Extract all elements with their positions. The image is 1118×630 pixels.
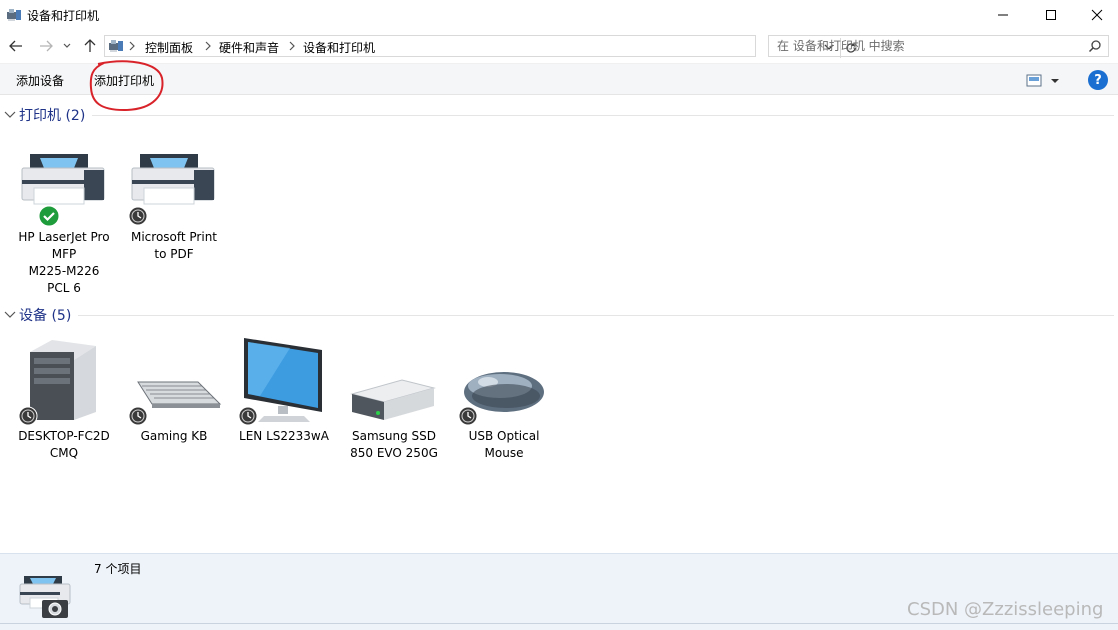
change-view-button[interactable] (1026, 73, 1062, 89)
address-row: 控制面板 硬件和声音 设备和打印机 (0, 33, 1118, 59)
help-button[interactable]: ? (1088, 70, 1108, 90)
item-count: 7 个项目 (94, 562, 142, 576)
bottom-strip (0, 623, 1118, 630)
device-label: Microsoft Print to PDF (130, 230, 218, 261)
device-label: Gaming KB (140, 429, 208, 443)
default-printer-check-icon (38, 205, 60, 227)
forward-button[interactable] (36, 35, 56, 57)
chevron-right-icon (205, 41, 211, 51)
back-button[interactable] (6, 35, 26, 57)
device-label: HP LaserJet Pro MFP M225-M226 PCL 6 (18, 230, 110, 295)
device-label: DESKTOP-FC2D CMQ (18, 429, 110, 460)
arrow-left-icon (9, 40, 22, 52)
watermark: CSDN @Zzzissleeping (907, 599, 1104, 620)
devices-printers-large-icon (19, 576, 71, 618)
device-label: USB Optical Mouse (468, 429, 540, 460)
close-button[interactable] (1074, 0, 1118, 30)
section-devices-header[interactable]: 设备 (5) (4, 305, 71, 325)
device-label: Samsung SSD 850 EVO 250G (350, 429, 438, 460)
chevron-down-icon (4, 111, 16, 118)
chevron-right-icon (289, 41, 295, 51)
clock-status-icon (458, 406, 478, 426)
section-divider (78, 315, 1114, 316)
control-panel-icon (109, 40, 123, 52)
printer-icon (21, 154, 105, 205)
chevron-down-icon (63, 43, 71, 48)
command-bar: 添加设备 添加打印机 ? (0, 63, 1118, 95)
minimize-icon (998, 14, 1008, 16)
view-options-icon (1026, 74, 1059, 87)
breadcrumb-control-panel[interactable]: 控制面板 (145, 39, 193, 56)
search-input[interactable] (769, 36, 1079, 56)
maximize-icon (1046, 10, 1056, 20)
clock-status-icon (128, 206, 148, 226)
breadcrumb-hardware-sound[interactable]: 硬件和声音 (219, 39, 279, 56)
breadcrumb-devices-printers[interactable]: 设备和打印机 (303, 39, 375, 56)
window-title: 设备和打印机 (27, 9, 100, 23)
search-box[interactable] (768, 35, 1109, 57)
section-printers-label: 打印机 (2) (19, 108, 86, 124)
drive-icon (350, 379, 436, 420)
clock-status-icon (128, 406, 148, 426)
search-icon[interactable] (1088, 39, 1102, 53)
section-devices-label: 设备 (5) (19, 308, 72, 324)
arrow-up-icon (84, 39, 96, 52)
section-printers-header[interactable]: 打印机 (2) (4, 105, 85, 125)
arrow-right-icon (40, 40, 53, 52)
close-icon (1091, 9, 1103, 21)
maximize-button[interactable] (1028, 0, 1074, 30)
chevron-right-icon (129, 41, 135, 51)
section-divider (92, 115, 1114, 116)
minimize-button[interactable] (980, 0, 1026, 30)
address-bar[interactable]: 控制面板 硬件和声音 设备和打印机 (104, 35, 856, 58)
recent-locations-button[interactable] (60, 35, 74, 57)
title-bar: 设备和打印机 (0, 0, 1118, 30)
add-device-button[interactable]: 添加设备 (16, 72, 64, 89)
device-label: LEN LS2233wA (239, 429, 329, 443)
clock-status-icon (238, 406, 258, 426)
clock-status-icon (18, 406, 38, 426)
devices-printers-icon (7, 9, 21, 21)
up-button[interactable] (80, 35, 100, 57)
printer-icon (131, 154, 215, 205)
chevron-down-icon (4, 311, 16, 318)
add-printer-button[interactable]: 添加打印机 (94, 72, 154, 89)
